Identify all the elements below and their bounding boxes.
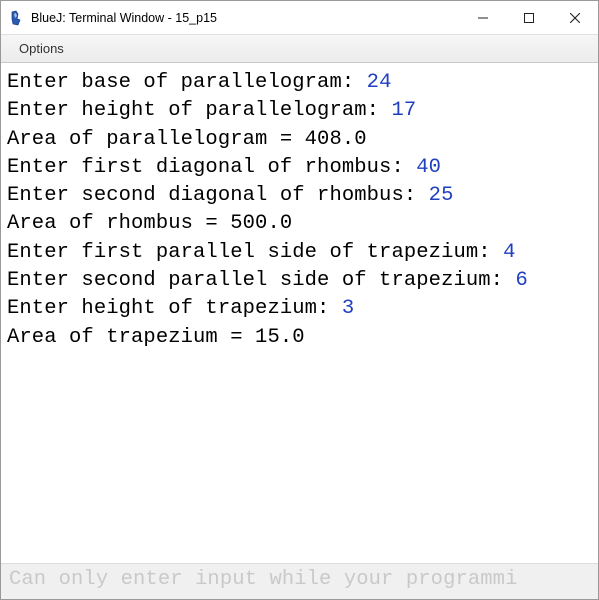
app-icon xyxy=(9,10,25,26)
out-line: Enter height of trapezium: xyxy=(7,297,342,320)
minimize-button[interactable] xyxy=(460,1,506,34)
menubar: Options xyxy=(1,35,598,63)
out-line: Area of parallelogram = 408.0 xyxy=(7,128,367,151)
in-val: 25 xyxy=(429,184,454,207)
window-titlebar: BlueJ: Terminal Window - 15_p15 xyxy=(1,1,598,35)
out-line: Enter height of parallelogram: xyxy=(7,99,391,122)
in-val: 4 xyxy=(503,241,515,264)
out-line: Enter first parallel side of trapezium: xyxy=(7,241,503,264)
terminal-output[interactable]: Enter base of parallelogram: 24 Enter he… xyxy=(1,63,598,561)
status-bar: Can only enter input while your programm… xyxy=(1,563,598,599)
close-button[interactable] xyxy=(552,1,598,34)
in-val: 24 xyxy=(367,71,392,94)
in-val: 3 xyxy=(342,297,354,320)
status-text: Can only enter input while your programm… xyxy=(9,568,517,591)
out-line: Enter first diagonal of rhombus: xyxy=(7,156,416,179)
window-title: BlueJ: Terminal Window - 15_p15 xyxy=(31,11,460,25)
maximize-button[interactable] xyxy=(506,1,552,34)
window-controls xyxy=(460,1,598,34)
menu-options[interactable]: Options xyxy=(11,39,72,58)
out-line: Enter second parallel side of trapezium: xyxy=(7,269,515,292)
in-val: 40 xyxy=(416,156,441,179)
in-val: 6 xyxy=(515,269,527,292)
out-line: Area of trapezium = 15.0 xyxy=(7,326,305,349)
out-line: Enter second diagonal of rhombus: xyxy=(7,184,429,207)
out-line: Enter base of parallelogram: xyxy=(7,71,367,94)
out-line: Area of rhombus = 500.0 xyxy=(7,212,292,235)
in-val: 17 xyxy=(391,99,416,122)
